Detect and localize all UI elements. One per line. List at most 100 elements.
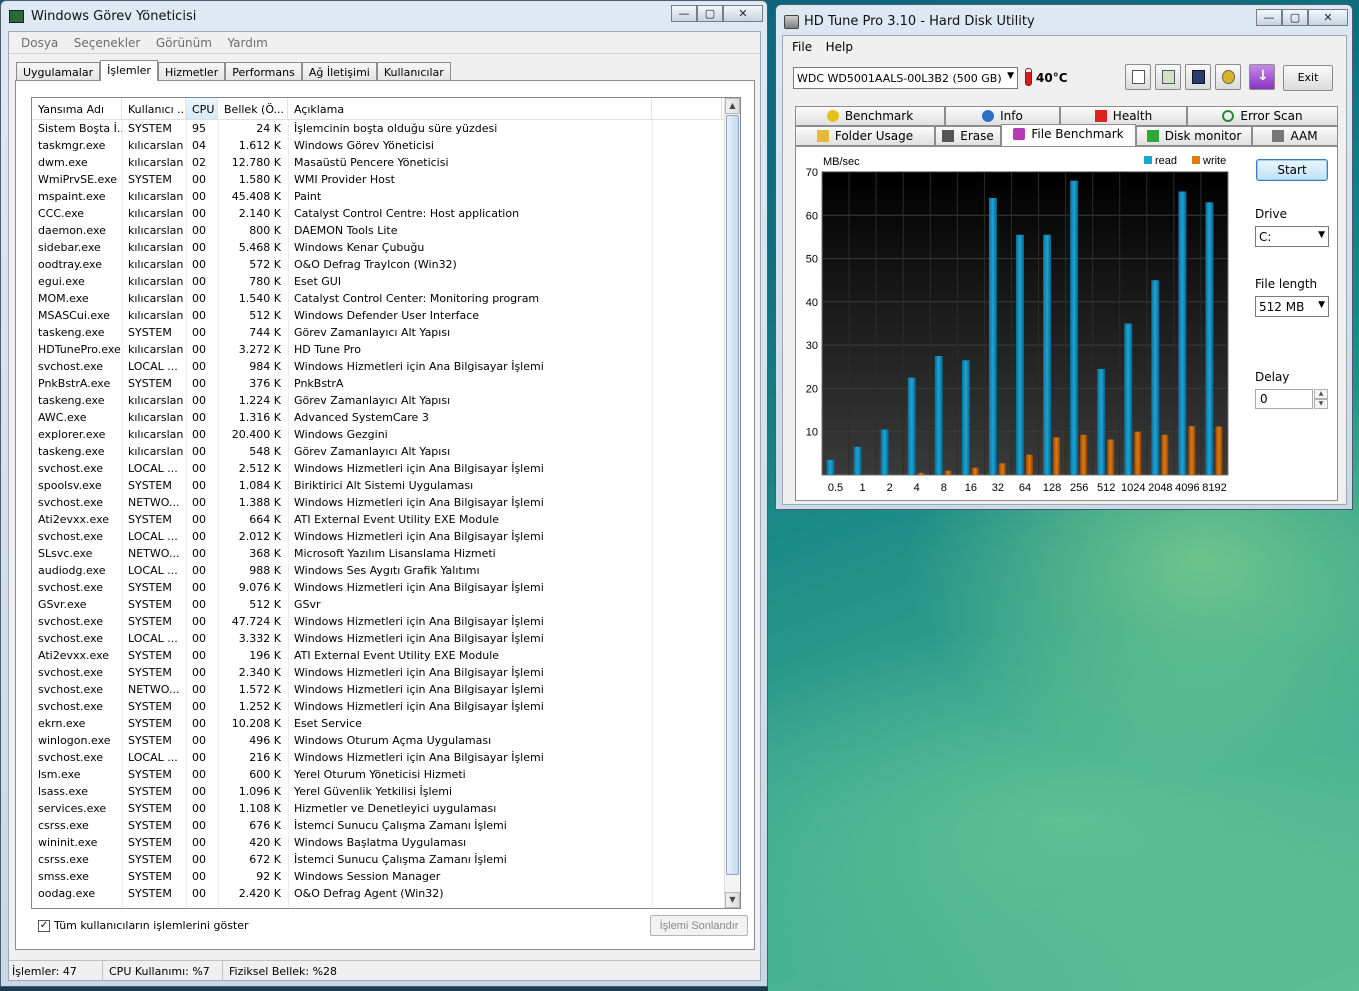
table-row[interactable]: svchost.exe LOCAL ... 00 216 K Windows Hizme… xyxy=(32,749,740,766)
hdtune-maximize-button[interactable]: ▢ xyxy=(1282,9,1308,26)
menu-yardim[interactable]: Yardım xyxy=(221,32,273,54)
download-button[interactable]: ↓ xyxy=(1249,64,1275,90)
delay-input[interactable]: 0 xyxy=(1255,389,1313,409)
options-button[interactable] xyxy=(1215,64,1241,90)
table-row[interactable]: svchost.exe SYSTEM 00 1.252 K Windows Hizmet… xyxy=(32,698,740,715)
column-cpu[interactable]: CPU xyxy=(186,98,218,119)
table-row[interactable]: svchost.exe SYSTEM 00 47.724 K Windows Hizme… xyxy=(32,613,740,630)
column-description[interactable]: Açıklama xyxy=(288,98,652,119)
tab-hizmetler[interactable]: Hizmetler xyxy=(157,62,226,81)
hdtune-close-button[interactable]: ✕ xyxy=(1308,9,1348,26)
table-row[interactable]: sidebar.exe kılıcarslan 00 5.468 K Windows K… xyxy=(32,239,740,256)
drive-select[interactable]: WDC WD5001AALS-00L3B2 (500 GB) ▼ xyxy=(793,67,1018,89)
menu-gorunum[interactable]: Görünüm xyxy=(150,32,218,54)
table-row[interactable]: Sistem Boşta İ... SYSTEM 95 24 K İşlemcinin … xyxy=(32,120,740,137)
table-row[interactable]: PnkBstrA.exe SYSTEM 00 376 K PnkBstrA xyxy=(32,375,740,392)
tab-erase[interactable]: Erase xyxy=(935,126,1001,146)
table-row[interactable]: ekrn.exe SYSTEM 00 10.208 K Eset Service xyxy=(32,715,740,732)
tab-error-scan[interactable]: Error Scan xyxy=(1187,106,1338,126)
table-row[interactable]: wininit.exe SYSTEM 00 420 K Windows Başlatma… xyxy=(32,834,740,851)
table-row[interactable]: daemon.exe kılıcarslan 00 800 K DAEMON Tools… xyxy=(32,222,740,239)
table-row[interactable]: Ati2evxx.exe SYSTEM 00 196 K ATI External Ev… xyxy=(32,647,740,664)
tab-kullanicilar[interactable]: Kullanıcılar xyxy=(376,62,451,81)
drive-letter-select[interactable]: C: ▼ xyxy=(1255,226,1329,247)
end-process-button[interactable]: İşlemi Sonlandır xyxy=(650,915,748,936)
table-row[interactable]: WmiPrvSE.exe SYSTEM 00 1.580 K WMI Provider … xyxy=(32,171,740,188)
table-row[interactable]: taskeng.exe kılıcarslan 00 1.224 K Görev Zam… xyxy=(32,392,740,409)
title-bar[interactable]: Windows Görev Yöneticisi — ▢ ✕ xyxy=(1,1,767,31)
table-row[interactable]: services.exe SYSTEM 00 1.108 K Hizmetler ve … xyxy=(32,800,740,817)
file-length-select[interactable]: 512 MB ▼ xyxy=(1255,296,1329,317)
table-row[interactable]: svchost.exe LOCAL ... 00 984 K Windows Hizme… xyxy=(32,358,740,375)
tab-health[interactable]: Health xyxy=(1060,106,1187,126)
table-row[interactable]: spoolsv.exe SYSTEM 00 1.084 K Biriktirici Al… xyxy=(32,477,740,494)
table-row[interactable]: dwm.exe kılıcarslan 02 12.780 K Masaüstü Pen… xyxy=(32,154,740,171)
show-all-users-checkbox[interactable]: ✓ xyxy=(38,919,50,932)
table-row[interactable]: csrss.exe SYSTEM 00 676 K İstemci Sunucu Çal… xyxy=(32,817,740,834)
table-row[interactable]: svchost.exe LOCAL ... 00 3.332 K Windows Hiz… xyxy=(32,630,740,647)
tab-benchmark[interactable]: Benchmark xyxy=(795,106,945,126)
table-row[interactable]: svchost.exe LOCAL ... 00 2.012 K Windows Hiz… xyxy=(32,528,740,545)
table-row[interactable]: egui.exe kılıcarslan 00 780 K Eset GUI xyxy=(32,273,740,290)
process-list[interactable]: Yansıma Adı Kullanıcı ... CPU Bellek (Ö.… xyxy=(31,97,741,909)
hdtune-title-bar[interactable]: HD Tune Pro 3.10 - Hard Disk Utility — ▢… xyxy=(776,5,1352,35)
scroll-down-arrow-icon[interactable]: ▼ xyxy=(725,892,740,908)
tab-islemler[interactable]: İşlemler xyxy=(100,60,158,81)
table-row[interactable]: AWC.exe kılıcarslan 00 1.316 K Advanced Syst… xyxy=(32,409,740,426)
copy-info-button[interactable] xyxy=(1125,64,1151,90)
tab-ag-iletisimi[interactable]: Ağ İletişimi xyxy=(301,62,377,81)
table-row[interactable]: taskmgr.exe kılıcarslan 04 1.612 K Windows G… xyxy=(32,137,740,154)
tab-disk-monitor[interactable]: Disk monitor xyxy=(1136,126,1252,146)
table-row[interactable]: winlogon.exe SYSTEM 00 496 K Windows Oturum … xyxy=(32,732,740,749)
menu-file[interactable]: File xyxy=(787,36,817,58)
tab-folder-usage[interactable]: Folder Usage xyxy=(795,126,935,146)
column-image-name[interactable]: Yansıma Adı xyxy=(32,98,122,119)
table-row[interactable]: oodag.exe SYSTEM 00 2.420 K O&O Defrag Agent… xyxy=(32,885,740,902)
save-button[interactable] xyxy=(1185,64,1211,90)
table-row[interactable]: svchost.exe NETWO... 00 1.388 K Windows Hizm… xyxy=(32,494,740,511)
table-row[interactable]: Ati2evxx.exe SYSTEM 00 664 K ATI External Ev… xyxy=(32,511,740,528)
table-row[interactable]: audiodg.exe LOCAL ... 00 988 K Windows Ses A… xyxy=(32,562,740,579)
table-row[interactable]: svchost.exe SYSTEM 00 2.340 K Windows Hizmet… xyxy=(32,664,740,681)
scroll-up-arrow-icon[interactable]: ▲ xyxy=(725,98,740,114)
table-row[interactable]: explorer.exe kılıcarslan 00 20.400 K Windows… xyxy=(32,426,740,443)
table-row[interactable]: oodtray.exe kılıcarslan 00 572 K O&O Defrag … xyxy=(32,256,740,273)
table-row[interactable]: mspaint.exe kılıcarslan 00 45.408 K Paint xyxy=(32,188,740,205)
minimize-button[interactable]: — xyxy=(671,5,697,22)
table-row[interactable]: MSASCui.exe kılıcarslan 00 512 K Windows Def… xyxy=(32,307,740,324)
close-button[interactable]: ✕ xyxy=(723,5,763,22)
table-row[interactable]: SLsvc.exe NETWO... 00 368 K Microsoft Yazılı… xyxy=(32,545,740,562)
scroll-thumb[interactable] xyxy=(726,115,739,875)
table-row[interactable]: GSvr.exe SYSTEM 00 512 K GSvr xyxy=(32,596,740,613)
tab-file-benchmark[interactable]: File Benchmark xyxy=(1001,124,1136,146)
table-row[interactable]: csrss.exe SYSTEM 00 672 K İstemci Sunucu Çal… xyxy=(32,851,740,868)
table-row[interactable]: HDTunePro.exe kılıcarslan 00 3.272 K HD Tune… xyxy=(32,341,740,358)
table-row[interactable]: MOM.exe kılıcarslan 00 1.540 K Catalyst Cont… xyxy=(32,290,740,307)
show-all-users-label[interactable]: Tüm kullanıcıların işlemlerini göster xyxy=(54,919,249,932)
menu-dosya[interactable]: Dosya xyxy=(15,32,64,54)
spin-down-icon[interactable]: ▼ xyxy=(1314,399,1328,409)
spin-up-icon[interactable]: ▲ xyxy=(1314,389,1328,399)
table-row[interactable]: taskeng.exe kılıcarslan 00 548 K Görev Zaman… xyxy=(32,443,740,460)
column-memory[interactable]: Bellek (Ö... xyxy=(218,98,288,119)
hdtune-minimize-button[interactable]: — xyxy=(1256,9,1282,26)
table-row[interactable]: svchost.exe LOCAL ... 00 2.512 K Windows Hiz… xyxy=(32,460,740,477)
tab-performans[interactable]: Performans xyxy=(225,62,302,81)
table-row[interactable]: CCC.exe kılıcarslan 00 2.140 K Catalyst Cont… xyxy=(32,205,740,222)
tab-info[interactable]: Info xyxy=(945,106,1060,126)
table-row[interactable]: taskeng.exe SYSTEM 00 744 K Görev Zamanlayıc… xyxy=(32,324,740,341)
start-button[interactable]: Start xyxy=(1256,159,1328,181)
table-row[interactable]: svchost.exe SYSTEM 00 9.076 K Windows Hizmet… xyxy=(32,579,740,596)
maximize-button[interactable]: ▢ xyxy=(697,5,723,22)
column-user-name[interactable]: Kullanıcı ... xyxy=(122,98,186,119)
tab-uygulamalar[interactable]: Uygulamalar xyxy=(16,62,101,81)
table-row[interactable]: lsass.exe SYSTEM 00 1.096 K Yerel Güvenlik Y… xyxy=(32,783,740,800)
menu-help[interactable]: Help xyxy=(821,36,858,58)
vertical-scrollbar[interactable]: ▲ ▼ xyxy=(724,98,740,908)
tab-aam[interactable]: AAM xyxy=(1252,126,1338,146)
table-row[interactable]: lsm.exe SYSTEM 00 600 K Yerel Oturum Yönetic… xyxy=(32,766,740,783)
table-row[interactable]: svchost.exe NETWO... 00 1.572 K Windows Hizm… xyxy=(32,681,740,698)
menu-secenekler[interactable]: Seçenekler xyxy=(68,32,147,54)
table-row[interactable]: smss.exe SYSTEM 00 92 K Windows Session Mana… xyxy=(32,868,740,885)
copy-screenshot-button[interactable] xyxy=(1155,64,1181,90)
